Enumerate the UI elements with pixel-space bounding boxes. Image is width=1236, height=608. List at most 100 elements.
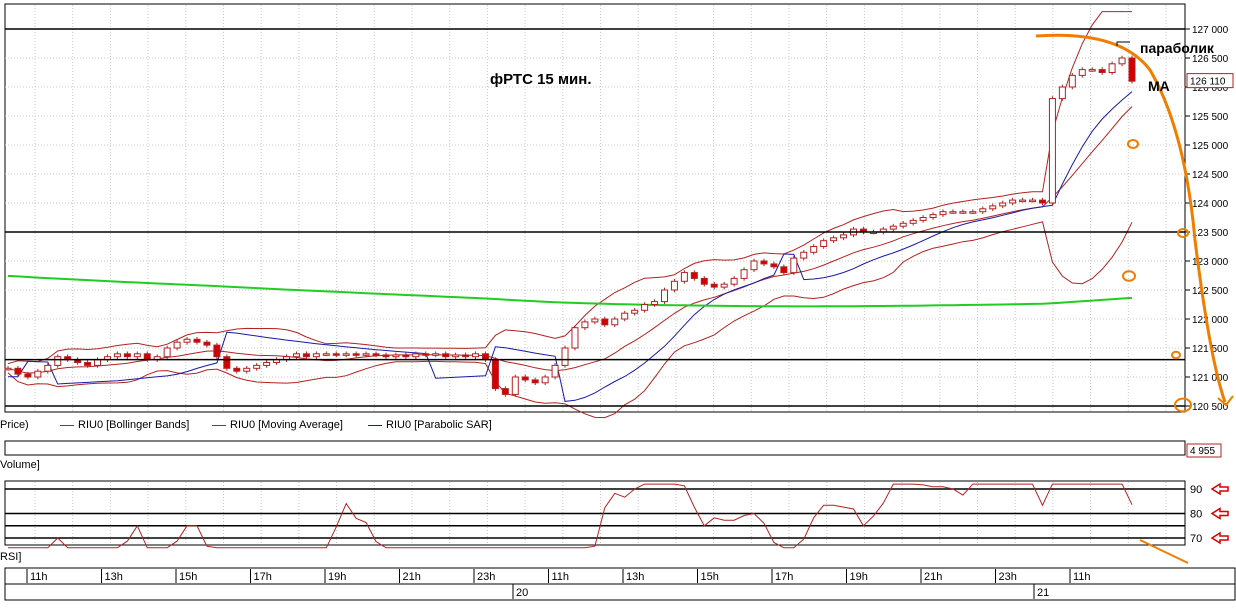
candle	[501, 388, 509, 395]
candle	[193, 338, 201, 343]
candle	[1128, 57, 1136, 82]
candle	[1058, 86, 1066, 100]
candle	[531, 379, 539, 384]
candle	[989, 205, 997, 210]
candle	[462, 354, 470, 358]
candle	[621, 312, 629, 320]
candle	[641, 304, 649, 311]
time-tick-label: 11h	[552, 571, 570, 583]
candle	[690, 272, 698, 279]
parabolic-annotation: параболик	[1140, 40, 1215, 56]
candle	[949, 211, 957, 214]
candle	[213, 344, 221, 358]
time-tick-label: 19h	[328, 571, 346, 583]
time-tick-label: 13h	[626, 571, 644, 583]
legend-parabolic-sar: RIU0 [Parabolic SAR]	[368, 419, 492, 433]
candle	[511, 376, 519, 395]
candle	[472, 353, 480, 358]
candle	[1029, 199, 1037, 203]
candle	[551, 364, 559, 378]
candle	[491, 359, 499, 390]
candle	[1078, 69, 1086, 76]
legend-bollinger: RIU0 [Bollinger Bands]	[60, 419, 189, 433]
price-tick-label: 127 000	[1192, 25, 1229, 36]
candle	[571, 327, 579, 349]
rsi-tick-label: 70	[1190, 533, 1202, 545]
time-tick-label: 23h	[999, 571, 1017, 583]
candle	[899, 222, 907, 227]
candle	[402, 354, 410, 358]
candle	[203, 341, 211, 346]
candle	[352, 353, 360, 356]
candle	[223, 356, 231, 369]
candle	[412, 353, 420, 358]
candle	[680, 272, 688, 282]
time-tick-label: 21h	[924, 571, 942, 583]
candle	[263, 362, 271, 366]
candle	[780, 266, 788, 274]
candle	[670, 280, 678, 291]
candle	[919, 217, 927, 221]
candle	[730, 277, 738, 285]
candle	[1088, 69, 1096, 72]
candle	[253, 364, 261, 369]
candle	[312, 353, 320, 358]
candle	[442, 353, 450, 358]
legend-moving-average: RIU0 [Moving Average]	[212, 419, 343, 433]
candle	[432, 353, 440, 356]
candle	[710, 283, 718, 288]
candle	[332, 353, 340, 356]
candle	[54, 356, 62, 366]
candle	[243, 367, 251, 372]
candle	[173, 341, 181, 349]
time-tick-label: 19h	[850, 571, 868, 583]
candle	[422, 353, 430, 356]
candle	[999, 202, 1007, 207]
candle	[1038, 199, 1046, 204]
time-tick-label: 15h	[179, 571, 197, 583]
candle	[1068, 74, 1076, 88]
candle	[939, 211, 947, 216]
candle	[750, 260, 758, 271]
time-tick-label: 23h	[477, 571, 495, 583]
candle	[840, 234, 848, 239]
rsi-label: RSI]	[0, 551, 22, 563]
candle	[521, 376, 529, 381]
candle	[541, 376, 549, 384]
candle	[800, 251, 808, 259]
candle	[611, 318, 619, 326]
candle	[44, 364, 52, 372]
candle	[143, 353, 151, 361]
candle	[1118, 57, 1126, 65]
candle	[1009, 199, 1017, 204]
time-tick-label: 11h	[1073, 571, 1091, 583]
candle	[94, 359, 102, 366]
candle	[14, 367, 22, 375]
candle	[929, 214, 937, 219]
candle	[720, 283, 728, 288]
time-tick-label: 21h	[403, 571, 421, 583]
candle	[1108, 63, 1116, 73]
candle	[1048, 98, 1056, 204]
candle	[233, 367, 241, 372]
candle	[4, 367, 12, 371]
price-tick-label: 125 500	[1192, 112, 1229, 123]
volume-label: Volume]	[0, 459, 40, 471]
candle	[34, 370, 42, 378]
candle	[392, 354, 400, 358]
candle	[651, 301, 659, 306]
time-tick-label: 11h	[30, 571, 48, 583]
price-tick-label: 122 500	[1192, 286, 1229, 297]
candle	[700, 277, 708, 285]
time-tick-label: 17h	[775, 571, 793, 583]
candle	[591, 318, 599, 323]
candle	[979, 208, 987, 213]
time-tick-label: 13h	[105, 571, 123, 583]
candle	[561, 347, 569, 366]
price-tick-label: 125 000	[1192, 141, 1229, 152]
candle	[770, 263, 778, 268]
candle	[1019, 199, 1027, 203]
price-chart[interactable]: 127 000126 500126 000125 500125 000124 5…	[0, 0, 1236, 603]
candle	[1098, 69, 1106, 73]
candle	[382, 354, 390, 358]
